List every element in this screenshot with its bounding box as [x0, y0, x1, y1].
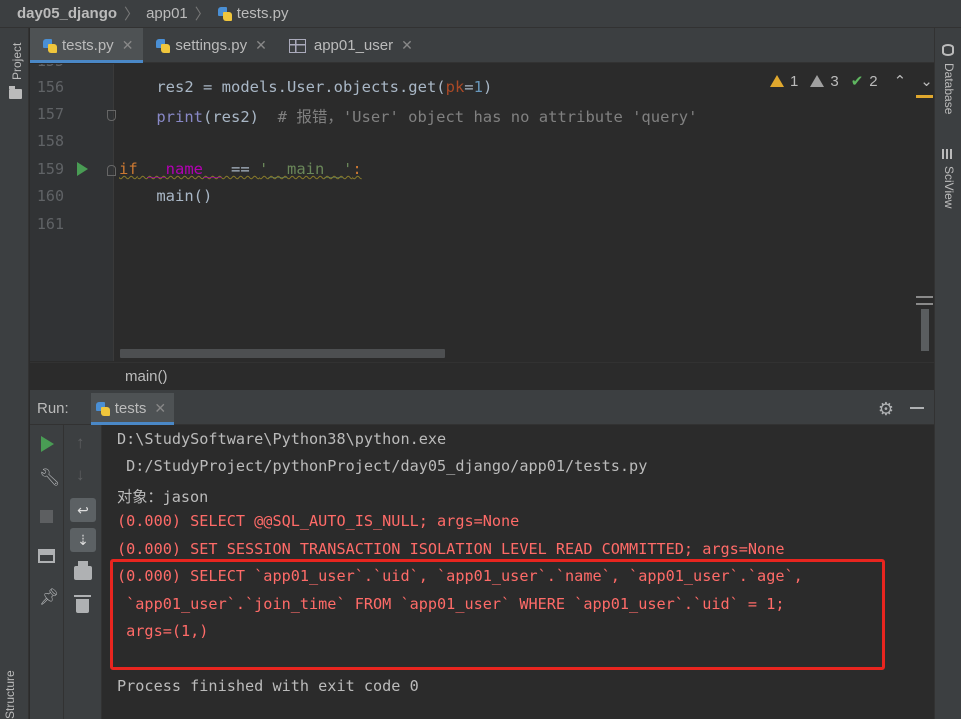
- close-icon[interactable]: ✕: [122, 37, 134, 54]
- typo-check-icon: ✔: [850, 73, 864, 90]
- code-line-159: if __name__ == '__main__':: [119, 160, 362, 178]
- breadcrumb-project[interactable]: day05_django: [17, 5, 117, 22]
- scroll-marker: [916, 296, 933, 298]
- warning-icon: [770, 75, 784, 87]
- run-toolbar-primary: 🔧︎ 📌︎: [30, 425, 64, 719]
- folder-icon[interactable]: [9, 86, 22, 99]
- chevron-up-icon[interactable]: ⌃: [894, 72, 907, 90]
- editor-tab-bar: tests.py ✕ settings.py ✕ app01_user ✕: [30, 28, 934, 63]
- arrow-down-icon[interactable]: ↓: [76, 465, 85, 485]
- line-number-gutter: 155 156 157 158 159 160 161: [30, 64, 116, 361]
- code-line-160: main(): [119, 187, 213, 205]
- run-panel-header: Run: tests ✕ ⚙: [30, 392, 934, 425]
- fold-start-icon[interactable]: [107, 165, 116, 176]
- layout-icon[interactable]: [38, 549, 55, 563]
- database-tool-button[interactable]: Database: [942, 63, 956, 114]
- close-icon[interactable]: ✕: [154, 400, 166, 417]
- wrench-icon[interactable]: 🔧︎: [39, 468, 61, 488]
- run-panel-title: Run:: [37, 400, 69, 417]
- left-tool-strip: Project: [0, 28, 29, 719]
- chevron-down-icon[interactable]: ⌄: [920, 72, 933, 90]
- breadcrumb-file[interactable]: tests.py: [237, 5, 289, 22]
- code-editor[interactable]: 155 156 157 158 159 160 161 res2 = model…: [30, 64, 934, 361]
- console-line: D:\StudySoftware\Python38\python.exe: [117, 430, 447, 448]
- chevron-right-icon: 〉: [194, 6, 210, 23]
- python-file-icon: [95, 401, 111, 417]
- weak-warning-icon: [810, 75, 825, 87]
- sciview-icon[interactable]: [942, 149, 954, 159]
- navigation-breadcrumb: day05_django 〉 app01 〉 tests.py: [0, 0, 961, 28]
- structure-tool-button[interactable]: Structure: [3, 670, 17, 719]
- horizontal-scrollbar[interactable]: [120, 349, 445, 358]
- chevron-right-icon: 〉: [124, 6, 140, 23]
- python-file-icon: [217, 6, 233, 22]
- sciview-tool-button[interactable]: SciView: [942, 166, 956, 208]
- run-console[interactable]: D:\StudySoftware\Python38\python.exe D:/…: [102, 425, 934, 719]
- print-icon[interactable]: [74, 561, 92, 580]
- inspection-widget[interactable]: 1 3 ✔ 2 ⌃ ⌄: [770, 72, 933, 90]
- rerun-icon[interactable]: [41, 436, 54, 452]
- line-number: 161: [36, 215, 64, 233]
- gear-icon[interactable]: ⚙: [878, 399, 894, 420]
- tab-label: settings.py: [175, 37, 248, 54]
- run-tab-label: tests: [114, 400, 147, 417]
- console-line: 对象：jason: [117, 488, 209, 506]
- close-icon[interactable]: ✕: [401, 37, 413, 54]
- run-gutter-icon[interactable]: [77, 162, 88, 176]
- code-line-156: res2 = models.User.objects.get(pk=1): [119, 78, 493, 96]
- arrow-up-icon[interactable]: ↑: [76, 433, 85, 453]
- minimize-icon[interactable]: [910, 407, 924, 409]
- tab-label: tests.py: [62, 37, 114, 54]
- python-file-icon: [155, 38, 171, 54]
- stop-icon[interactable]: [40, 510, 53, 523]
- line-number: 155: [36, 64, 64, 70]
- highlight-annotation-box: [110, 559, 885, 670]
- tab-tests-py[interactable]: tests.py ✕: [30, 28, 144, 63]
- console-line: D:/StudyProject/pythonProject/day05_djan…: [117, 457, 648, 475]
- breadcrumb-folder[interactable]: app01: [146, 5, 188, 22]
- console-line: (0.000) SET SESSION TRANSACTION ISOLATIO…: [117, 540, 785, 558]
- line-number: 159: [36, 160, 64, 178]
- function-breadcrumb[interactable]: main(): [125, 368, 168, 385]
- trash-icon[interactable]: [74, 595, 91, 613]
- warning-count: 1: [790, 72, 799, 90]
- project-tool-button[interactable]: Project: [10, 43, 24, 80]
- python-file-icon: [42, 38, 58, 54]
- line-number: 158: [36, 132, 64, 150]
- console-line: (0.000) SELECT @@SQL_AUTO_IS_NULL; args=…: [117, 512, 520, 530]
- vertical-scrollbar[interactable]: [921, 309, 929, 351]
- table-icon: [288, 38, 306, 53]
- pin-icon[interactable]: 📌︎: [39, 587, 59, 607]
- database-icon[interactable]: [942, 44, 954, 56]
- run-tab-tests[interactable]: tests ✕: [90, 392, 175, 425]
- typo-count: 2: [869, 72, 878, 90]
- scroll-marker: [916, 303, 933, 305]
- scroll-to-end-icon[interactable]: ⇣: [70, 528, 96, 552]
- fold-end-icon[interactable]: [107, 110, 116, 121]
- line-number: 157: [36, 105, 64, 123]
- warning-stripe-marker[interactable]: [916, 95, 933, 98]
- tab-settings-py[interactable]: settings.py ✕: [143, 28, 276, 63]
- tab-label: app01_user: [313, 37, 394, 54]
- close-icon[interactable]: ✕: [255, 37, 267, 54]
- console-line: Process finished with exit code 0: [117, 677, 419, 695]
- right-tool-strip: Database SciView: [934, 28, 961, 719]
- run-toolbar-secondary: ↑ ↓ ↩ ⇣: [64, 425, 102, 719]
- line-number: 160: [36, 187, 64, 205]
- line-number: 156: [36, 78, 64, 96]
- tab-app01-user[interactable]: app01_user ✕: [277, 28, 423, 63]
- code-line-157: print(res2) # 报错，'User' object has no at…: [156, 108, 698, 126]
- weak-warning-count: 3: [830, 72, 839, 90]
- soft-wrap-icon[interactable]: ↩: [70, 498, 96, 522]
- code-breadcrumb-bar: main(): [30, 362, 934, 390]
